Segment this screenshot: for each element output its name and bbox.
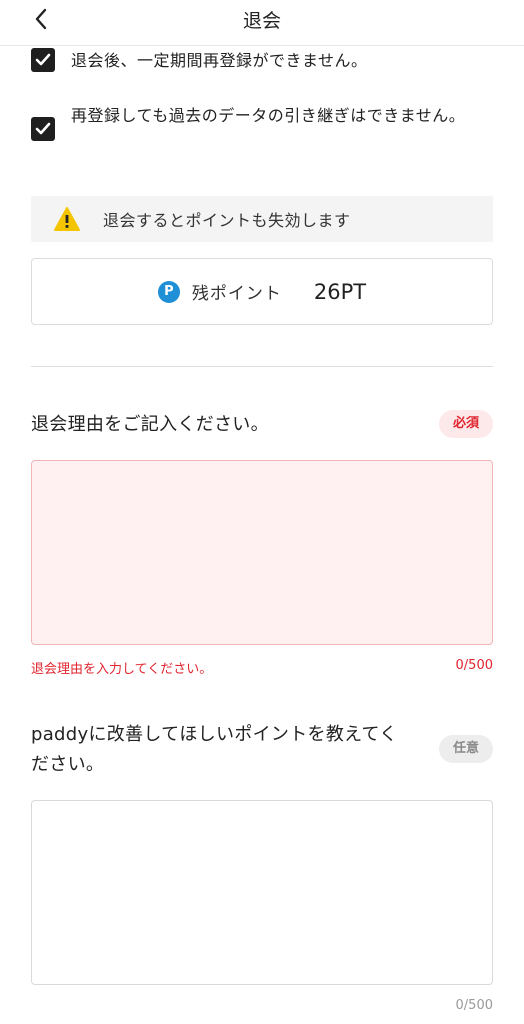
warning-banner: 退会するとポイントも失効します [31,196,493,242]
reason-input[interactable] [31,460,493,645]
improvement-input[interactable] [31,800,493,985]
page-title: 退会 [242,10,281,32]
improvement-char-counter: 0/500 [455,998,493,1013]
check-icon [35,122,51,135]
divider [31,366,493,367]
checkbox-label: 退会後、一定期間再登録ができません。 [71,51,368,70]
warning-icon [54,207,80,231]
checkbox-label: 再登録しても過去のデータの引き継ぎはできません。 [71,106,466,125]
confirm-row-reregister: 退会後、一定期間再登録ができません。 [31,48,471,74]
reason-label: 退会理由をご記入ください。 [31,414,269,435]
checkbox-reregister[interactable] [31,48,55,72]
confirm-row-data: 再登録しても過去のデータの引き継ぎはできません。 [31,103,471,141]
required-badge: 必須 [438,410,493,438]
point-icon: P [157,280,180,303]
points-label: 残ポイント [191,284,282,304]
points-value: 26PT [313,279,367,304]
header-bar: 退会 [0,0,524,46]
warning-text: 退会するとポイントも失効します [103,211,351,230]
improvement-label: paddyに改善してほしいポイントを教えてください。 [31,724,398,775]
reason-error-message: 退会理由を入力してください。 [31,662,213,677]
reason-char-counter: 0/500 [455,658,493,673]
checkbox-data[interactable] [31,117,55,141]
points-box: P 残ポイント 26PT [31,258,493,325]
optional-badge: 任意 [438,735,493,763]
check-icon [35,53,51,66]
